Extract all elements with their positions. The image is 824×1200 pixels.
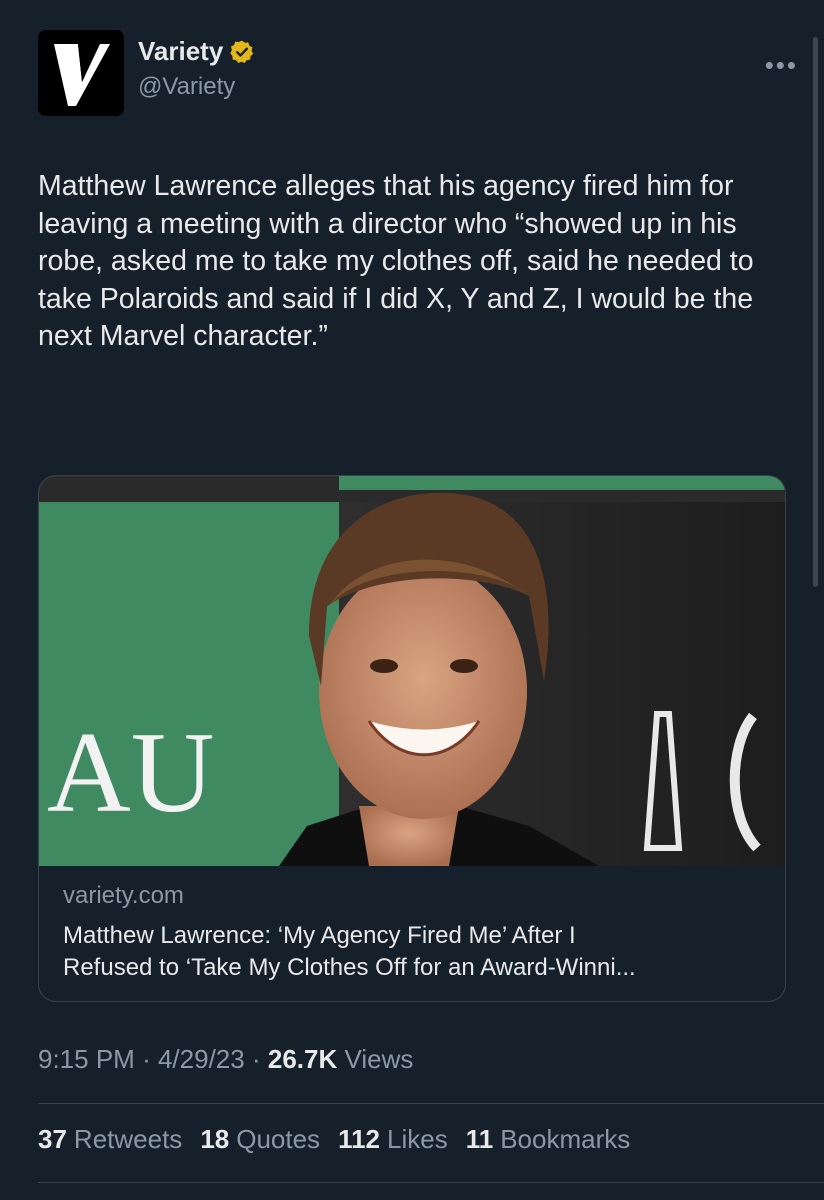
divider <box>38 1103 824 1104</box>
account-handle[interactable]: @Variety <box>138 73 255 101</box>
divider <box>38 1182 824 1183</box>
tweet-metadata: 9:15 PM · 4/29/23 · 26.7K Views <box>38 1044 413 1075</box>
likes-count: 112 <box>338 1124 381 1154</box>
scrollbar[interactable] <box>813 37 818 587</box>
bookmarks-count: 11 <box>465 1124 494 1154</box>
quotes-label: Quotes <box>236 1124 321 1154</box>
article-photo: AU <box>39 476 785 866</box>
views-count: 26.7K <box>267 1044 338 1074</box>
account-name[interactable]: Variety <box>138 36 223 67</box>
card-domain[interactable]: variety.com <box>63 882 763 910</box>
views-label: Views <box>344 1044 414 1074</box>
tweet-time[interactable]: 9:15 PM <box>38 1044 135 1074</box>
quotes-count: 18 <box>200 1124 230 1154</box>
engagement-stats: 37 Retweets 18 Quotes 112 Likes 11 Bookm… <box>38 1124 630 1155</box>
retweets-stat[interactable]: 37 Retweets <box>38 1124 182 1155</box>
separator: · <box>251 1044 261 1074</box>
likes-stat[interactable]: 112 Likes <box>338 1124 448 1155</box>
bookmarks-label: Bookmarks <box>500 1124 631 1154</box>
tweet-date[interactable]: 4/29/23 <box>158 1044 245 1074</box>
separator: · <box>142 1044 151 1074</box>
retweets-count: 37 <box>38 1124 67 1154</box>
signage-text: AU <box>47 709 215 837</box>
tweet-header: Variety @Variety ••• <box>38 28 798 118</box>
retweets-label: Retweets <box>73 1124 183 1154</box>
bookmarks-stat[interactable]: 11 Bookmarks <box>466 1124 631 1155</box>
quotes-stat[interactable]: 18 Quotes <box>200 1124 320 1155</box>
more-options-icon[interactable]: ••• <box>765 50 798 81</box>
avatar[interactable] <box>38 30 124 116</box>
link-card[interactable]: AU variety.com Matthew Lawrence: ‘My Age… <box>38 475 786 1002</box>
likes-label: Likes <box>387 1124 448 1154</box>
tweet-text: Matthew Lawrence alleges that his agency… <box>38 170 754 352</box>
variety-logo-icon <box>38 30 124 116</box>
verified-badge-icon <box>230 40 254 63</box>
card-title[interactable]: Matthew Lawrence: ‘My Agency Fired Me’ A… <box>63 920 763 984</box>
